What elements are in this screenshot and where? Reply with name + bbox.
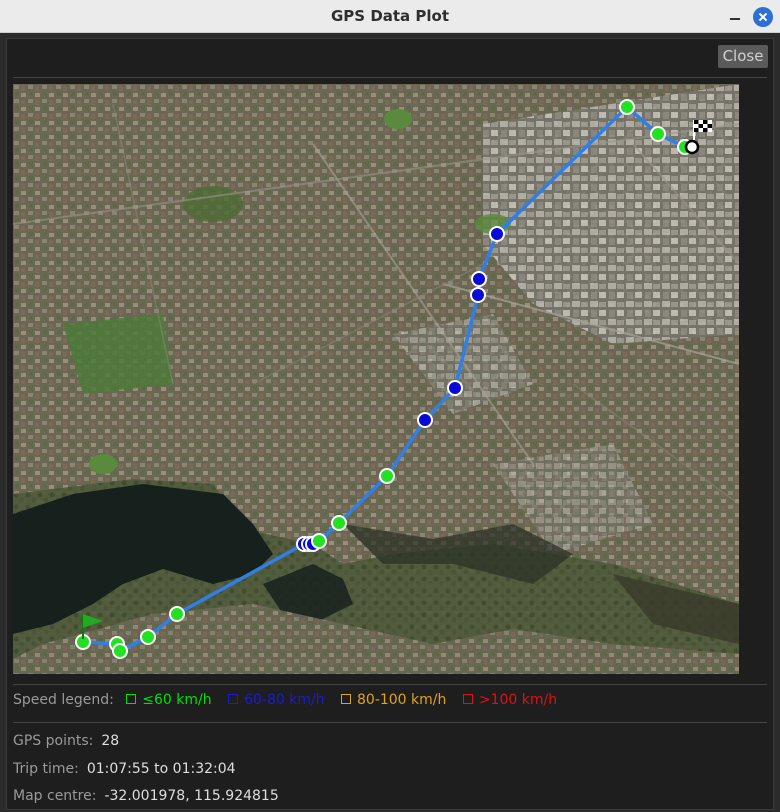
map-canvas (13, 84, 739, 674)
legend-swatch (126, 694, 137, 704)
legend-label: Speed legend: (13, 692, 114, 708)
trip-time-row: Trip time: 01:07:55 to 01:32:04 (13, 761, 236, 777)
map-centre-label: Map centre: (13, 788, 97, 804)
legend-text: ≤60 km/h (142, 692, 212, 708)
legend-swatch (341, 694, 351, 704)
legend-item-medium: 60-80 km/h (228, 692, 325, 708)
divider (13, 722, 767, 723)
trip-time-value: 01:07:55 to 01:32:04 (86, 761, 236, 777)
gps-point[interactable] (112, 643, 128, 659)
map-centre-row: Map centre: -32.001978, 115.924815 (13, 788, 279, 804)
gps-point[interactable] (447, 380, 463, 396)
speed-legend: Speed legend: ≤60 km/h 60-80 km/h 80-100… (13, 692, 753, 712)
legend-swatch (462, 694, 473, 704)
window-titlebar: GPS Data Plot (0, 0, 780, 33)
toolbar: Close (7, 39, 773, 77)
divider (13, 77, 767, 78)
gps-point[interactable] (417, 412, 433, 428)
divider (13, 684, 767, 685)
trip-time-label: Trip time: (13, 761, 79, 777)
gps-point[interactable] (650, 126, 666, 142)
gps-point[interactable] (379, 468, 395, 484)
legend-text: >100 km/h (478, 692, 558, 708)
minimize-icon[interactable] (728, 10, 742, 24)
gps-point[interactable] (140, 629, 156, 645)
gps-point[interactable] (471, 271, 487, 287)
legend-item-slow: ≤60 km/h (126, 692, 212, 708)
gps-points-row: GPS points: 28 (13, 733, 119, 749)
window-close-icon[interactable] (753, 7, 773, 27)
legend-item-very-fast: >100 km/h (462, 692, 558, 708)
gps-point[interactable] (489, 226, 505, 242)
end-point-marker[interactable] (684, 139, 700, 155)
window-title: GPS Data Plot (330, 7, 450, 25)
satellite-map[interactable] (13, 84, 739, 674)
gps-point[interactable] (619, 99, 635, 115)
gps-point[interactable] (169, 606, 185, 622)
legend-item-fast: 80-100 km/h (341, 692, 446, 708)
map-centre-value: -32.001978, 115.924815 (104, 788, 279, 804)
gps-points-label: GPS points: (13, 733, 94, 749)
legend-text: 60-80 km/h (244, 692, 325, 708)
gps-point[interactable] (311, 533, 327, 549)
legend-swatch (228, 694, 239, 704)
gps-point[interactable] (331, 515, 347, 531)
gps-point[interactable] (470, 287, 486, 303)
close-button[interactable]: Close (718, 45, 768, 68)
gps-points-value: 28 (101, 733, 120, 749)
legend-text: 80-100 km/h (357, 692, 447, 708)
